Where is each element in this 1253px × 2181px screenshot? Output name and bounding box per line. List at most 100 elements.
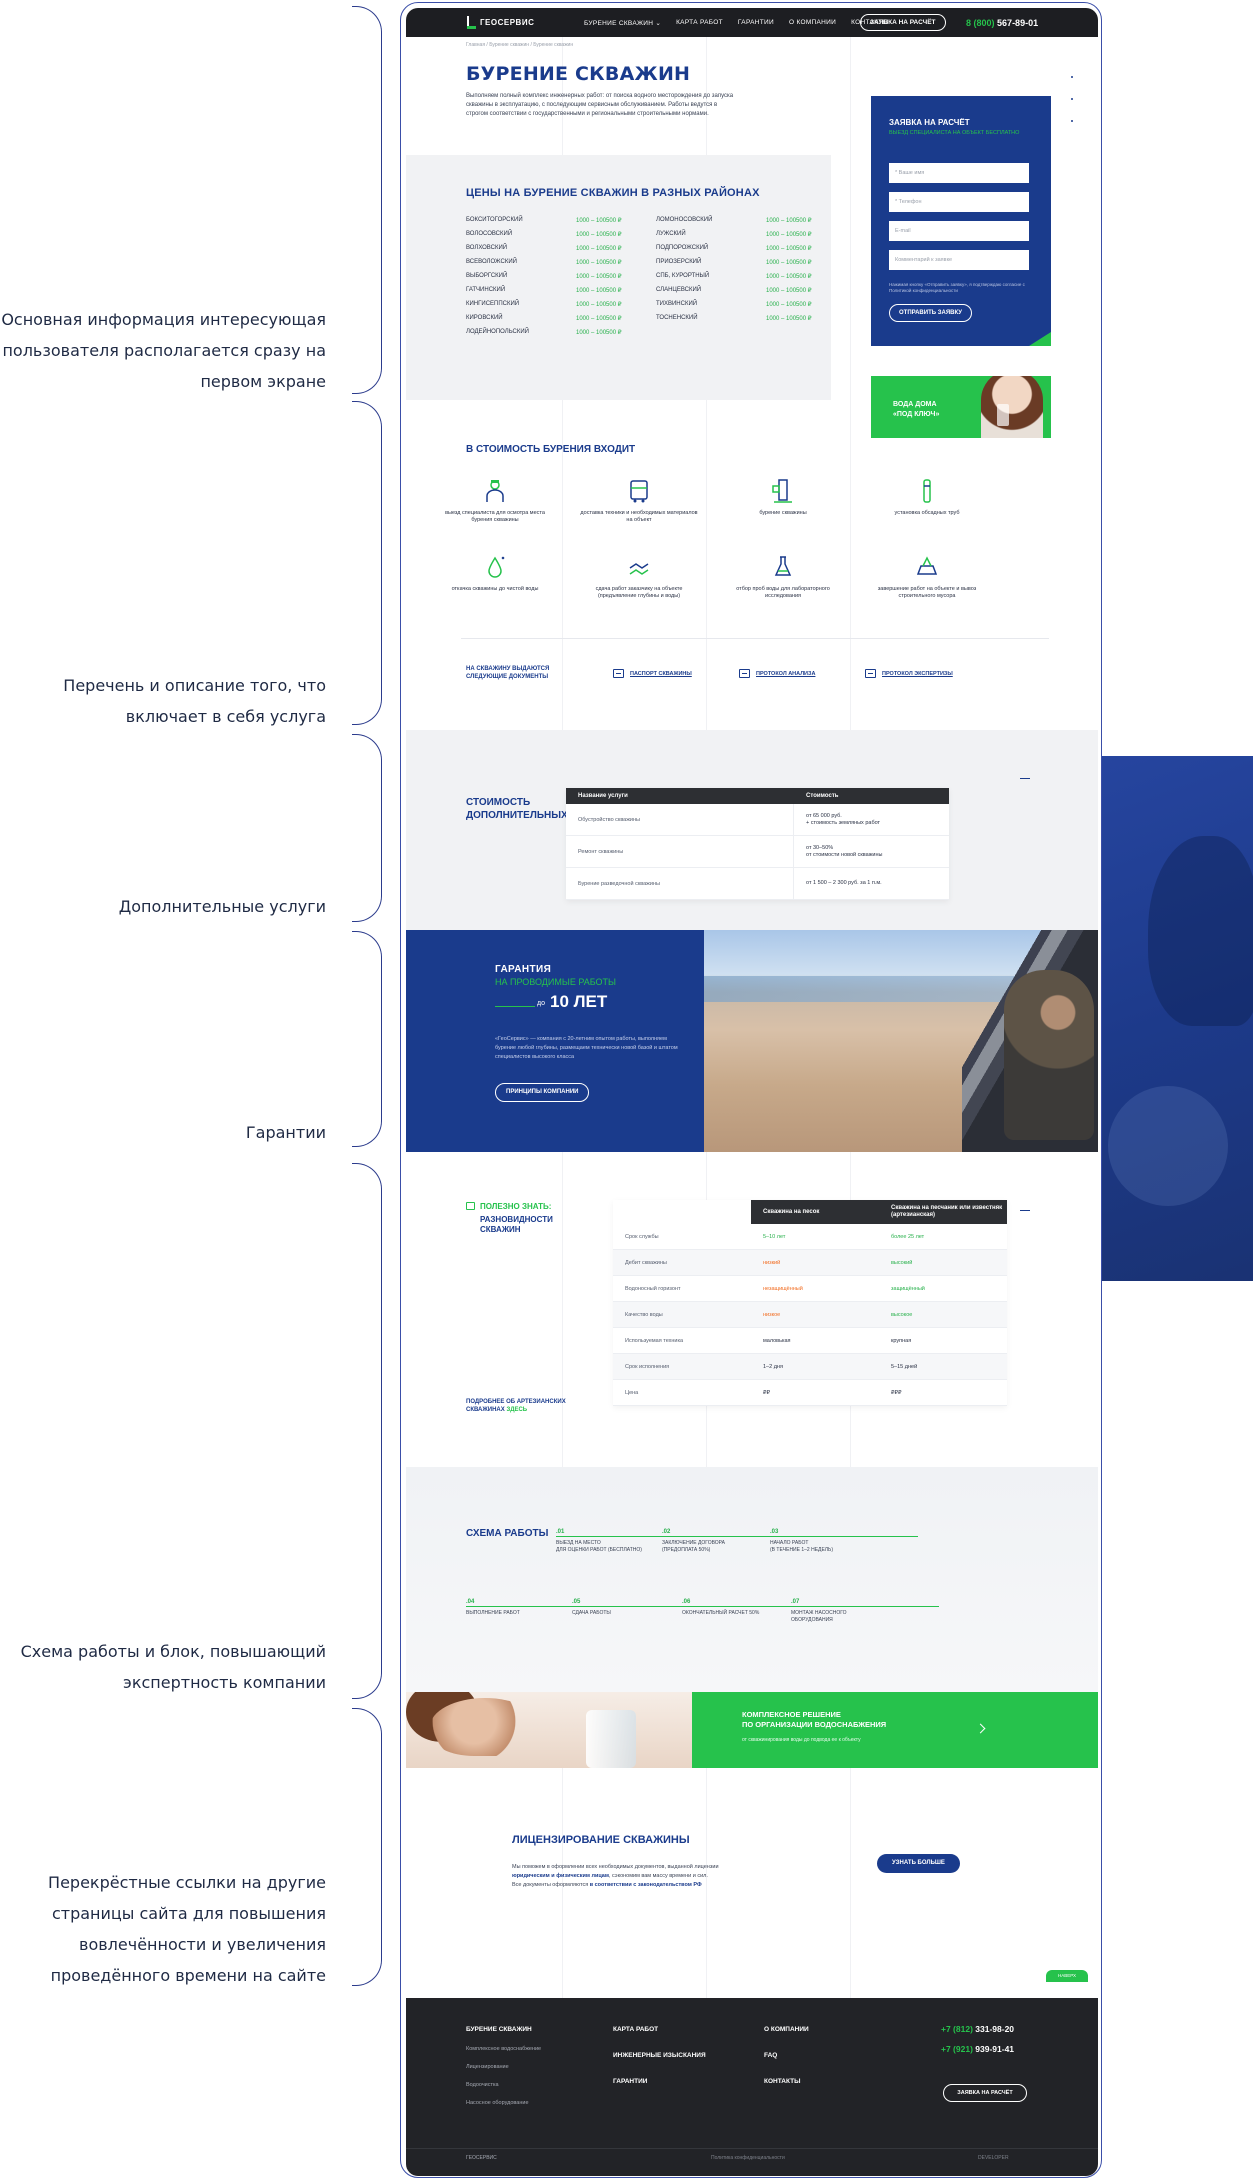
step-text: МОНТАЖ НАСОСНОГО ОБОРУДОВАНИЯ	[791, 1610, 941, 1624]
bracket-guarantee	[352, 931, 382, 1147]
param-name: Водоносный горизонт	[625, 1285, 681, 1292]
district-price: 1000 – 100500 ₽	[766, 302, 812, 308]
param-name: Срок службы	[625, 1233, 659, 1240]
scroll-top-button[interactable]: НАВЕРХ	[1046, 1970, 1088, 1982]
service-price-main: от 30–50%	[806, 844, 834, 851]
comment-field[interactable]: Комментарий к заявке	[889, 250, 1029, 270]
promo-line-1: ВОДА ДОМА	[893, 401, 937, 408]
footer-privacy-link[interactable]: Политика конфиденциальности	[711, 2155, 785, 2161]
chevron-right-icon[interactable]	[975, 1723, 986, 1734]
footer-phone-1-number: 331-98-20	[975, 2024, 1015, 2034]
complex-solution-banner[interactable]: КОМПЛЕКСНОЕ РЕШЕНИЕ ПО ОРГАНИЗАЦИИ ВОДОС…	[406, 1692, 1098, 1768]
price-row: ВОЛОСОВСКИЙ 1000 – 100500 ₽	[466, 231, 622, 238]
phone-field[interactable]: * Телефон	[889, 192, 1029, 212]
district-name: ЛУЖСКИЙ	[656, 231, 686, 237]
step-text-line-1: НАЧАЛО РАБОТ	[770, 1540, 809, 1546]
license-text-bold-1: юридическим и физическим лицам	[512, 1873, 609, 1879]
district-price: 1000 – 100500 ₽	[766, 274, 812, 280]
price-row: КИРОВСКИЙ 1000 – 100500 ₽	[466, 315, 622, 322]
include-item-label: доставка техники и необходимых материало…	[580, 510, 698, 523]
license-text-line-3: Все документы оформляются	[512, 1882, 590, 1888]
sand-well-value: 5–10 лет	[763, 1233, 786, 1240]
param-name: Цена	[625, 1389, 639, 1396]
nav-map[interactable]: КАРТА РАБОТ	[676, 19, 723, 27]
district-name: ТИХВИНСКИЙ	[656, 301, 698, 307]
district-name: ЛОДЕЙНОПОЛЬСКИЙ	[466, 329, 529, 335]
table-row: Обустройство скважины от 65 000 руб. + сто…	[566, 804, 949, 836]
header-phone[interactable]: 8 (800) 567-89-01	[966, 18, 1038, 28]
header-service: Название услуги	[578, 793, 628, 799]
footer-faq-link[interactable]: FAQ	[764, 2052, 777, 2059]
learn-more-button[interactable]: УЗНАТЬ БОЛЬШЕ	[877, 1854, 960, 1873]
breadcrumb[interactable]: Главная / Бурение скважин / Бурение сква…	[466, 42, 573, 48]
document-icon	[739, 669, 750, 678]
side-decorative-photo	[1098, 756, 1253, 1281]
price-row: ВЫБОРГСКИЙ 1000 – 100500 ₽	[466, 273, 622, 280]
bracket-additional	[352, 734, 382, 922]
include-item: завершение работ на объекте и вывоз стро…	[868, 554, 986, 600]
table-row: Водоносный горизонт незащищённый защищённы…	[613, 1276, 1007, 1302]
step-text-line-2: (В ТЕЧЕНИЕ 1–2 НЕДЕЛЬ)	[770, 1547, 834, 1553]
footer-phone-1[interactable]: +7 (812) 331-98-20	[941, 2024, 1014, 2034]
footer-license-link[interactable]: Лицензирование	[466, 2064, 509, 2070]
include-item: сдача работ заказчику на объекте (предъя…	[580, 554, 698, 600]
service-price: от 65 000 руб. + стоимость земляных работ	[794, 804, 949, 835]
license-title: ЛИЦЕНЗИРОВАНИЕ СКВАЖИНЫ	[512, 1834, 690, 1846]
header-phone-prefix: 8 (800)	[966, 18, 995, 28]
footer-divider	[406, 2148, 1098, 2149]
section-dots[interactable]	[1071, 76, 1073, 142]
doc-passport-label: ПАСПОРТ СКВАЖИНЫ	[630, 670, 692, 677]
doc-expertise-link[interactable]: ПРОТОКОЛ ЭКСПЕРТИЗЫ	[865, 669, 953, 678]
guarantee-line	[495, 1006, 535, 1007]
doc-passport-link[interactable]: ПАСПОРТ СКВАЖИНЫ	[613, 669, 692, 678]
well-types-title: РАЗНОВИДНОСТИ СКВАЖИН	[466, 1215, 553, 1235]
footer-phone-2[interactable]: +7 (921) 939-91-41	[941, 2044, 1014, 2054]
section-dash	[1020, 778, 1030, 779]
submit-request-button[interactable]: ОТПРАВИТЬ ЗАЯВКУ	[889, 304, 972, 322]
footer-engineering-link[interactable]: ИНЖЕНЕРНЫЕ ИЗЫСКАНИЯ	[613, 2052, 706, 2059]
more-here-link[interactable]: ЗДЕСЬ	[506, 1407, 527, 1413]
header-request-button[interactable]: ЗАЯВКА НА РАСЧЁТ	[860, 14, 946, 31]
price-row: СПБ, КУРОРТНЫЙ 1000 – 100500 ₽	[656, 273, 812, 280]
artesian-more-link[interactable]: ПОДРОБНЕЕ ОБ АРТЕЗИАНСКИХ СКВАЖИНАХ ЗДЕС…	[466, 1398, 566, 1414]
district-price: 1000 – 100500 ₽	[766, 218, 812, 224]
doc-analysis-link[interactable]: ПРОТОКОЛ АНАЛИЗА	[739, 669, 815, 678]
company-principles-button[interactable]: ПРИНЦИПЫ КОМПАНИИ	[495, 1083, 590, 1102]
header-artesian-well: Скважина на песчаник или известняк (арте…	[879, 1200, 1007, 1224]
nav-about[interactable]: О КОМПАНИИ	[789, 19, 836, 27]
footer-drilling-link[interactable]: БУРЕНИЕ СКВАЖИН	[466, 2026, 532, 2033]
district-price: 1000 – 100500 ₽	[766, 260, 812, 266]
include-item-label: выезд специалиста для осмотра места буре…	[445, 510, 545, 523]
site-logo[interactable]: ГЕОСЕРВИС	[466, 16, 534, 29]
footer-about-link[interactable]: О КОМПАНИИ	[764, 2026, 809, 2033]
license-text-bold-2: в соответствии с законодательством РФ	[589, 1882, 702, 1888]
nav-guarantees[interactable]: ГАРАНТИИ	[738, 19, 774, 27]
table-row: Цена ₽₽ ₽₽₽	[613, 1380, 1007, 1406]
main-nav: БУРЕНИЕ СКВАЖИН ⌄ КАРТА РАБОТ ГАРАНТИИ О…	[584, 19, 889, 27]
turnkey-water-promo[interactable]: ВОДА ДОМА «ПОД КЛЮЧ»	[871, 376, 1051, 438]
footer-developer-link[interactable]: DEVELOPER	[978, 2155, 1009, 2161]
scheme-title: СХЕМА РАБОТЫ	[466, 1528, 549, 1539]
table-row: Срок исполнения 1–2 дня 5–15 дней	[613, 1354, 1007, 1380]
email-field[interactable]: E-mail	[889, 221, 1029, 241]
table-row: Срок службы 5–10 лет более 25 лет	[613, 1224, 1007, 1250]
footer-treatment-link[interactable]: Водоочистка	[466, 2082, 499, 2088]
promo-text: ВОДА ДОМА «ПОД КЛЮЧ»	[893, 400, 939, 420]
footer-pumps-link[interactable]: Насосное оборудование	[466, 2100, 529, 2106]
footer-logo[interactable]: ГЕОСЕРВИС	[466, 2155, 497, 2161]
footer-contacts-link[interactable]: КОНТАКТЫ	[764, 2078, 800, 2085]
annotation-crosslinks: Перекрёстные ссылки на другие страницы с…	[48, 1873, 326, 1985]
footer-guarantees-link[interactable]: ГАРАНТИИ	[613, 2078, 647, 2085]
footer-map-link[interactable]: КАРТА РАБОТ	[613, 2026, 658, 2033]
license-text-line-1: Мы поможем в оформлении всех необходимых…	[512, 1864, 719, 1870]
district-price: 1000 – 100500 ₽	[576, 218, 622, 224]
name-field[interactable]: * Ваше имя	[889, 163, 1029, 183]
prices-section: ЦЕНЫ НА БУРЕНИЕ СКВАЖИН В РАЗНЫХ РАЙОНАХ…	[406, 155, 831, 400]
footer-complex-link[interactable]: Комплексное водоснабжение	[466, 2046, 541, 2052]
district-name: ВОЛХОВСКИЙ	[466, 245, 508, 251]
nav-drilling[interactable]: БУРЕНИЕ СКВАЖИН ⌄	[584, 19, 661, 27]
step-line	[791, 1606, 939, 1607]
well-types-heading: ПОЛЕЗНО ЗНАТЬ: РАЗНОВИДНОСТИ СКВАЖИН	[466, 1202, 553, 1235]
footer-request-button[interactable]: ЗАЯВКА НА РАСЧЁТ	[943, 2084, 1027, 2102]
footer-phone-2-number: 939-91-41	[975, 2044, 1015, 2054]
